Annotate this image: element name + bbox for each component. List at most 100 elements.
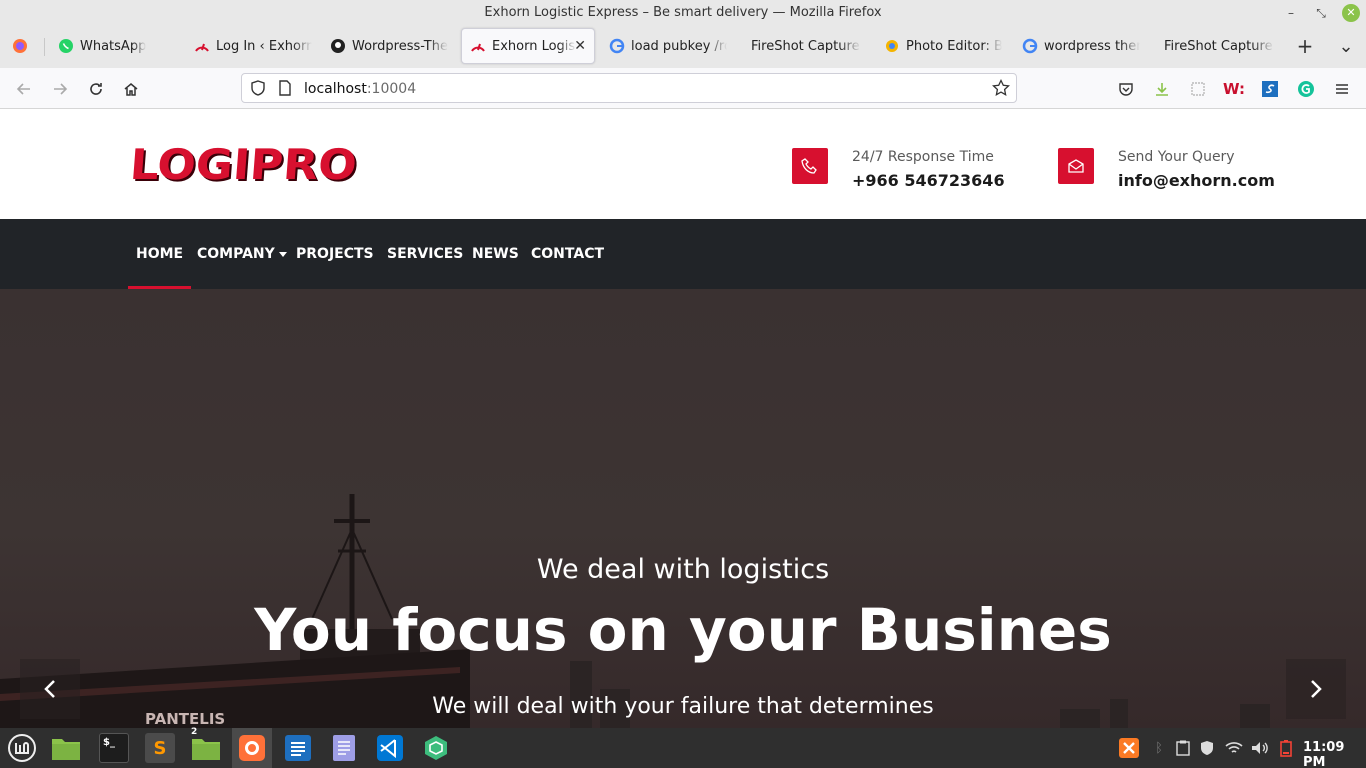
url-host: localhost [304,81,367,97]
menu-services[interactable]: SERVICES [387,219,463,289]
grammarly-icon[interactable] [1294,77,1318,101]
google-icon [609,38,625,54]
main-menu: HOME COMPANY PROJECTS SERVICES NEWS CONT… [0,219,1366,289]
files-folder-icon[interactable] [51,733,81,763]
firefox-taskbar-icon[interactable] [237,733,267,763]
site-header: LOGIPRO 24/7 Response Time +966 54672364… [0,110,1366,219]
photo-editor-icon [884,38,900,54]
tab-google-pubkey[interactable]: load pubkey /root [601,28,731,64]
volume-icon[interactable] [1250,738,1270,758]
extension-s-icon[interactable] [1258,77,1282,101]
github-icon [330,38,346,54]
minimize-button[interactable]: – [1282,4,1300,22]
wappalyzer-icon[interactable]: W: [1222,77,1246,101]
close-window-button[interactable]: ✕ [1342,4,1360,22]
pocket-icon[interactable] [1114,77,1138,101]
back-arrow-icon [16,83,30,95]
tab-label: FireShot Capture 0 [751,38,861,54]
menu-hamburger-icon[interactable] [1330,77,1354,101]
xampp-tray-icon[interactable] [1118,738,1140,758]
tab-wp-login[interactable]: Log In ‹ Exhorn Logistic [186,28,316,64]
desktop-taskbar: $_ S 2 ᛒ 11:09 PM [0,727,1366,768]
clipboard-icon[interactable] [1174,738,1192,758]
tab-exhorn-active[interactable]: Exhorn Logistic Express ✕ [461,28,595,64]
tab-label: Exhorn Logistic Express [492,38,576,54]
tab-list-button[interactable]: ⌄ [1334,34,1358,58]
extension-grid-icon[interactable] [1186,77,1210,101]
hero-subtitle: We will deal with your failure that dete… [432,694,934,719]
tab-github[interactable]: Wordpress-Theme [322,28,452,64]
tab-label: WhatsApp [80,38,147,54]
tab-google-wp-theme[interactable]: wordpress theme [1014,28,1144,64]
taskbar-clock[interactable]: 11:09 PM [1303,740,1366,768]
terminal-icon[interactable]: $_ [99,733,129,763]
tab-label: wordpress theme [1044,38,1140,54]
hero-slider: PANTELIS We deal with logistics You focu… [0,289,1366,728]
caret-down-icon [278,251,287,257]
bluetooth-icon[interactable]: ᛒ [1152,738,1166,758]
home-button[interactable] [119,77,143,101]
menu-company[interactable]: COMPANY [197,219,287,289]
tab-fireshot-2[interactable]: FireShot Capture 0 [1150,28,1280,64]
wifi-icon[interactable] [1224,738,1244,758]
email-address[interactable]: info@exhorn.com [1118,171,1275,190]
forward-arrow-icon [54,83,68,95]
chevron-right-icon [1311,680,1322,698]
text-editor-icon[interactable] [329,733,359,763]
phone-number[interactable]: +966 546723646 [852,171,1005,190]
firefox-view-button[interactable] [4,28,38,64]
url-bar[interactable]: localhost:10004 [241,73,1017,103]
page-info-icon[interactable] [278,80,292,100]
tab-label: Wordpress-Theme [352,38,448,54]
slider-next-button[interactable] [1286,659,1346,719]
menu-news[interactable]: NEWS [472,219,519,289]
menu-company-label: COMPANY [197,246,275,262]
window-title: Exhorn Logistic Express – Be smart deliv… [484,5,882,20]
downloads-icon[interactable] [1150,77,1174,101]
tab-label: load pubkey /root [631,38,727,54]
bookmark-star-icon[interactable] [992,78,1010,101]
site-favicon-icon [470,38,486,54]
workspace-badge: 2 [191,727,198,737]
menu-contact[interactable]: CONTACT [531,219,604,289]
reload-icon [90,83,102,95]
browser-navbar: localhost:10004 W: [0,68,1366,109]
wordpress-admin-icon [194,38,210,54]
shield-tray-icon[interactable] [1198,738,1216,758]
tab-label: Photo Editor: Be [906,38,1002,54]
tab-whatsapp[interactable]: WhatsApp [50,28,180,64]
writer-icon[interactable] [283,733,313,763]
phone-icon [792,148,828,184]
new-tab-button[interactable]: + [1293,34,1317,58]
menu-home[interactable]: HOME [127,219,192,289]
mint-menu-icon[interactable] [6,732,38,764]
firefox-icon [12,38,28,54]
sublime-text-icon[interactable]: S [145,733,175,763]
reload-button[interactable] [84,77,108,101]
files-folder-icon-2[interactable]: 2 [191,727,221,763]
home-icon [124,83,138,96]
phone-label: 24/7 Response Time [852,149,994,165]
tab-fireshot-1[interactable]: FireShot Capture 0 [737,28,867,64]
google-icon [1022,38,1038,54]
tab-close-icon[interactable]: ✕ [574,38,586,54]
window-titlebar: Exhorn Logistic Express – Be smart deliv… [0,0,1366,26]
shield-icon[interactable] [250,80,266,100]
back-button[interactable] [12,77,36,101]
menu-projects[interactable]: PROJECTS [296,219,374,289]
battery-low-icon[interactable] [1278,738,1294,758]
email-label: Send Your Query [1118,149,1235,165]
mintinstall-icon[interactable] [421,733,451,763]
slider-prev-button[interactable] [20,659,80,719]
url-text[interactable]: localhost:10004 [304,81,416,97]
maximize-button[interactable]: ⤡ [1312,4,1330,22]
chevron-left-icon [44,680,55,698]
url-port: :10004 [366,81,417,97]
site-logo[interactable]: LOGIPRO [128,140,358,189]
forward-button[interactable] [48,77,72,101]
vscode-icon[interactable] [375,733,405,763]
tab-label: Log In ‹ Exhorn Logistic [216,38,312,54]
tab-photo-editor[interactable]: Photo Editor: Be [876,28,1006,64]
hero-headline: You focus on your Busines [254,596,1112,664]
envelope-icon [1058,148,1094,184]
